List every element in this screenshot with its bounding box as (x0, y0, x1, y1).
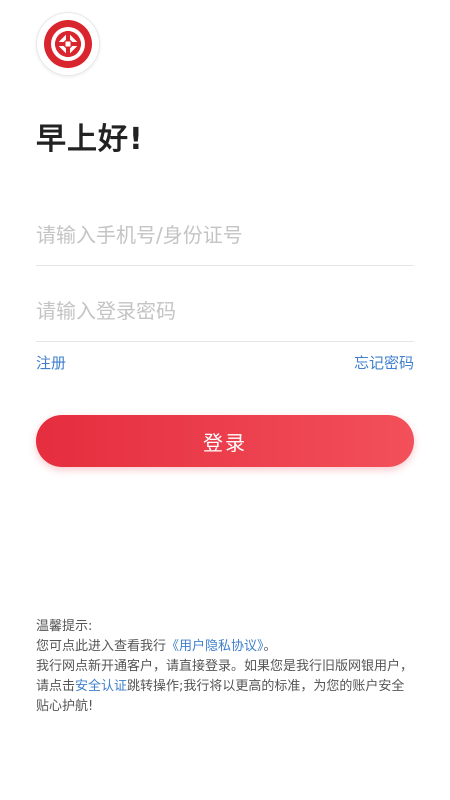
tips-section: 温馨提示: 您可点此进入查看我行《用户隐私协议》。 我行网点新开通客户，请直接登… (36, 617, 414, 717)
password-input[interactable] (36, 299, 414, 323)
security-auth-link[interactable]: 安全认证 (75, 679, 127, 694)
tips-paragraph: 我行网点新开通客户，请直接登录。如果您是我行旧版网银用户，请点击安全认证跳转操作… (36, 657, 414, 717)
forgot-password-link[interactable]: 忘记密码 (354, 352, 414, 373)
phone-id-input[interactable] (36, 223, 414, 247)
register-link[interactable]: 注册 (36, 352, 66, 373)
greeting-title: 早上好! (36, 122, 144, 157)
bank-logo-icon (44, 20, 92, 68)
tips-line-privacy: 您可点此进入查看我行《用户隐私协议》。 (36, 637, 414, 657)
bank-logo (36, 12, 100, 76)
password-field-container (36, 271, 414, 342)
tips-line1-prefix: 您可点此进入查看我行 (36, 639, 167, 654)
login-page: 早上好! 注册 忘记密码 登录 温馨提示: 您可点此进入查看我行《用户隐私协议》… (0, 0, 450, 800)
phone-field-container (36, 195, 414, 266)
privacy-agreement-link[interactable]: 《用户隐私协议》 (166, 639, 264, 654)
tips-title: 温馨提示: (36, 619, 93, 634)
login-button[interactable]: 登录 (36, 415, 414, 467)
tips-line1-suffix: 。 (263, 639, 277, 654)
